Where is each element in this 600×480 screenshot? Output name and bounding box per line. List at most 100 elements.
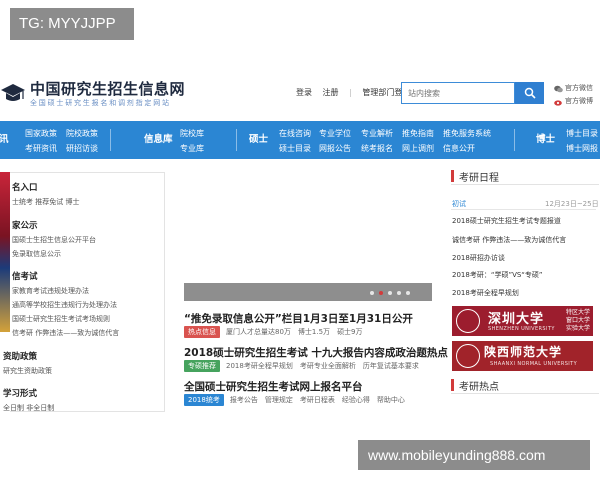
hot-topics-heading: 考研热点 xyxy=(459,382,499,393)
carousel-dot[interactable] xyxy=(379,291,383,295)
list-item[interactable]: 信考研 作弊违法——致为诚信代言 xyxy=(12,328,119,338)
nav-item-online-adjust[interactable]: 网上调剂 xyxy=(402,143,434,154)
nav-item-exam-register[interactable]: 统考报名 xyxy=(361,143,393,154)
nav-divider xyxy=(514,129,515,151)
sub-link[interactable]: 帮助中心 xyxy=(377,395,405,405)
weibo-link[interactable]: 官方微博 xyxy=(554,95,593,108)
recommend-badge: 专硕推荐 xyxy=(184,360,220,372)
carousel-dot[interactable] xyxy=(388,291,392,295)
calendar-link[interactable]: 2018考研全程早规划 xyxy=(452,288,519,298)
divider xyxy=(451,209,596,210)
calendar-link[interactable]: 2018研招办访谈 xyxy=(452,253,505,263)
sub-link[interactable]: 厦门人才总量达80万 xyxy=(226,327,291,337)
nav-divider xyxy=(110,129,111,151)
divider: | xyxy=(349,88,352,97)
nav-category-doctor[interactable]: 博士 xyxy=(536,121,555,159)
search-button[interactable] xyxy=(515,82,544,104)
university-seal-icon xyxy=(456,309,480,333)
hot-topics-section-header: 考研热点 xyxy=(451,376,599,394)
calendar-link[interactable]: 2018考研：“学硕”VS“专硕” xyxy=(452,270,543,280)
weibo-label: 官方微博 xyxy=(565,97,593,105)
nav-category-master[interactable]: 硕士 xyxy=(249,121,268,159)
banner-name: 深圳大学 xyxy=(488,312,545,327)
carousel-dot[interactable] xyxy=(406,291,410,295)
watermark-url: www.mobileyunding888.com xyxy=(358,440,590,470)
carousel-dot[interactable] xyxy=(370,291,374,295)
nav-category-database[interactable]: 信息库 xyxy=(144,121,173,159)
tab-preliminary-exam[interactable]: 初试 xyxy=(452,199,466,209)
site-logo[interactable]: 中国研究生招生信息网 全国硕士研究生报名和调剂指定网站 xyxy=(0,76,190,112)
sub-link[interactable]: 经验心得 xyxy=(342,395,370,405)
list-item[interactable]: 研究生资助政策 xyxy=(3,366,52,376)
banner-name: 陕西师范大学 xyxy=(484,345,563,359)
list-item[interactable]: 通高等学校招生违规行为处理办法 xyxy=(12,300,117,310)
nav-item-major-analysis[interactable]: 专业解析 xyxy=(361,128,393,139)
headline-2-links: 专硕推荐 2018考研全程早规划 考研专业全面解析 历年复试基本要求 xyxy=(184,360,426,372)
sub-link[interactable]: 历年复试基本要求 xyxy=(363,361,419,371)
sub-link[interactable]: 硕士9万 xyxy=(337,327,362,337)
shaanxi-normal-university-banner[interactable]: 陕西师范大学 SHAANXI NORMAL UNIVERSITY xyxy=(452,341,593,371)
list-item[interactable]: 士统考 推荐免试 博士 xyxy=(12,197,79,207)
shenzhen-university-banner[interactable]: 深圳大学 SHENZHEN UNIVERSITY 特区大学 窗口大学 实验大学 xyxy=(452,306,593,336)
sub-link[interactable]: 管理规定 xyxy=(265,395,293,405)
headline-2[interactable]: 2018硕士研究生招生考试 十九大报告内容成政治题热点 xyxy=(184,345,448,360)
social-links: 官方微信 官方微博 xyxy=(554,82,593,108)
sub-link[interactable]: 考研专业全面解析 xyxy=(300,361,356,371)
left-quick-panel: 名入口 士统考 推荐免试 博士 家公示 国硕士生招生信息公开平台 免录取信息公示… xyxy=(3,172,165,412)
calendar-section-header: 考研日程 xyxy=(451,167,599,185)
nav-item-exam-news[interactable]: 考研资讯 xyxy=(25,143,57,154)
sub-link[interactable]: 考研日程表 xyxy=(300,395,335,405)
calendar-date: 12月23日~25日 xyxy=(545,200,599,208)
accent-bar xyxy=(451,170,454,182)
section-heading-public-notice: 家公示 xyxy=(12,221,38,231)
carousel-caption-bar xyxy=(184,283,432,301)
banner-english: SHENZHEN UNIVERSITY xyxy=(488,326,555,332)
nav-item-interviews[interactable]: 研招访谈 xyxy=(66,143,98,154)
nav-item-online-notice[interactable]: 网报公告 xyxy=(319,143,351,154)
headline-1[interactable]: “推免录取信息公开”栏目1月3日至1月31日公开 xyxy=(184,311,413,326)
section-heading-funding: 资助政策 xyxy=(3,352,38,362)
nav-category-news[interactable]: 讯 xyxy=(0,121,9,159)
list-item[interactable]: 国硕士生招生信息公开平台 xyxy=(12,235,96,245)
nav-item-recommend-system[interactable]: 推免服务系统 xyxy=(443,128,491,139)
sub-link[interactable]: 博士1.5万 xyxy=(298,327,330,337)
search-icon xyxy=(524,87,536,99)
exam-badge: 2018统考 xyxy=(184,394,224,406)
list-item[interactable]: 家教育考试违规处理办法 xyxy=(12,286,89,296)
sub-link[interactable]: 2018考研全程早规划 xyxy=(226,361,293,371)
main-nav: 讯 国家政策 院校政策 考研资讯 研招访谈 信息库 院校库 专业库 硕士 在线咨… xyxy=(0,121,600,159)
wechat-label: 官方微信 xyxy=(565,84,593,92)
calendar-link[interactable]: 2018硕士研究生招生考试专题报道 xyxy=(452,216,561,226)
left-side-photo xyxy=(0,172,10,332)
nav-item-master-catalog[interactable]: 硕士目录 xyxy=(279,143,311,154)
nav-item-school-db[interactable]: 院校库 xyxy=(180,128,204,139)
search-input[interactable] xyxy=(401,82,515,104)
nav-item-national-policy[interactable]: 国家政策 xyxy=(25,128,57,139)
university-seal-icon xyxy=(456,344,480,368)
sub-link[interactable]: 报考公告 xyxy=(230,395,258,405)
calendar-link[interactable]: 诚信考研 作弊违法——致为诚信代言 xyxy=(452,235,566,245)
wechat-link[interactable]: 官方微信 xyxy=(554,82,593,95)
section-heading-register: 名入口 xyxy=(12,183,38,193)
headline-3[interactable]: 全国硕士研究生招生考试网上报名平台 xyxy=(184,379,363,394)
hot-badge: 热点信息 xyxy=(184,326,220,338)
nav-item-info-disclosure[interactable]: 信息公开 xyxy=(443,143,475,154)
nav-item-doctor-register[interactable]: 博士网报 xyxy=(566,143,598,154)
nav-item-major-db[interactable]: 专业库 xyxy=(180,143,204,154)
list-item[interactable]: 免录取信息公示 xyxy=(12,249,61,259)
wechat-icon xyxy=(554,85,563,92)
banner-english: SHAANXI NORMAL UNIVERSITY xyxy=(490,361,578,367)
list-item[interactable]: 全日制 非全日制 xyxy=(3,403,54,413)
login-link[interactable]: 登录 xyxy=(296,88,312,97)
nav-item-school-policy[interactable]: 院校政策 xyxy=(66,128,98,139)
nav-item-online-consult[interactable]: 在线咨询 xyxy=(279,128,311,139)
accent-bar xyxy=(451,379,454,391)
nav-item-professional-degree[interactable]: 专业学位 xyxy=(319,128,351,139)
list-item[interactable]: 国硕士研究生招生考试考场规则 xyxy=(12,314,110,324)
carousel-dot[interactable] xyxy=(397,291,401,295)
nav-item-doctor-catalog[interactable]: 博士目录 xyxy=(566,128,598,139)
section-heading-integrity-exam: 信考试 xyxy=(12,272,38,282)
nav-item-recommend-guide[interactable]: 推免指南 xyxy=(402,128,434,139)
register-link[interactable]: 注册 xyxy=(323,88,339,97)
weibo-icon xyxy=(554,99,562,106)
